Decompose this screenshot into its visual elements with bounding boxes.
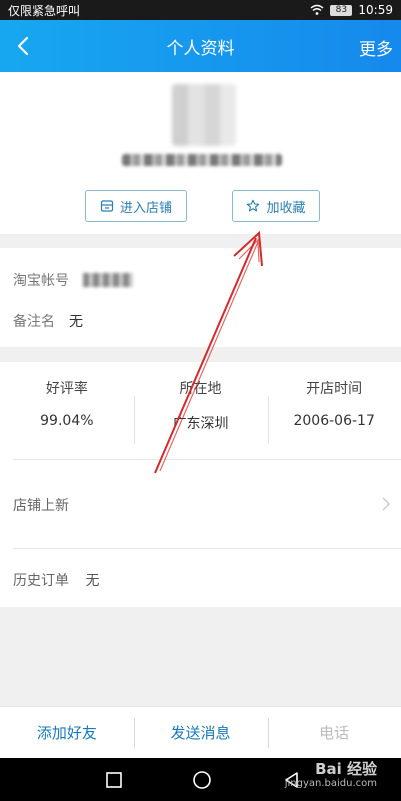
watermark-text: Bai 经验 bbox=[315, 760, 377, 778]
status-bar: 仅限紧急呼叫 83 10:59 bbox=[0, 0, 401, 20]
wifi-icon bbox=[310, 4, 324, 15]
status-icons: 83 10:59 bbox=[310, 3, 393, 17]
stat-divider bbox=[268, 396, 269, 444]
remark-label: 备注名 bbox=[13, 314, 55, 330]
stat-location-title: 所在地 bbox=[179, 381, 222, 397]
shop-stats: 好评率 99.04% 所在地 广东深圳 开店时间 2006-06-17 bbox=[0, 362, 401, 459]
action-divider bbox=[134, 718, 135, 748]
divider bbox=[13, 548, 401, 549]
add-favorite-label: 加收藏 bbox=[266, 200, 306, 216]
recent-apps-icon[interactable] bbox=[104, 770, 124, 790]
taobao-account-row: 淘宝帐号 bbox=[13, 270, 133, 290]
enter-shop-label: 进入店铺 bbox=[119, 200, 172, 216]
history-orders-row[interactable]: 历史订单 无 bbox=[13, 570, 99, 590]
history-orders-value: 无 bbox=[85, 573, 100, 589]
enter-shop-button[interactable]: 进入店铺 bbox=[85, 190, 187, 222]
taobao-account-blurred bbox=[83, 273, 133, 287]
stat-open-date-title: 开店时间 bbox=[306, 381, 363, 397]
history-orders-label: 历史订单 bbox=[13, 573, 69, 589]
chevron-right-icon[interactable] bbox=[381, 496, 391, 512]
stat-divider bbox=[134, 396, 135, 444]
divider bbox=[13, 459, 401, 460]
more-button[interactable]: 更多 bbox=[359, 35, 393, 60]
back-arrow-icon[interactable] bbox=[12, 32, 36, 60]
add-friend-button[interactable]: 添加好友 bbox=[0, 707, 134, 758]
carrier-text: 仅限紧急呼叫 bbox=[8, 3, 81, 18]
remark-value: 无 bbox=[69, 314, 83, 330]
phone-button[interactable]: 电话 bbox=[267, 707, 401, 758]
avatar bbox=[172, 84, 236, 146]
baidu-jingyan-watermark: Bai 经验 jingyan.baidu.com bbox=[285, 760, 377, 790]
shop-new-items-label[interactable]: 店铺上新 bbox=[13, 495, 69, 515]
stat-open-date-value: 2006-06-17 bbox=[293, 413, 375, 429]
stat-rating: 好评率 99.04% bbox=[0, 362, 134, 459]
profile-section: 进入店铺 加收藏 bbox=[0, 72, 401, 234]
nickname-blurred bbox=[122, 154, 282, 166]
shop-info-section: 好评率 99.04% 所在地 广东深圳 开店时间 2006-06-17 店铺上新… bbox=[0, 362, 401, 607]
clock-text: 10:59 bbox=[358, 3, 393, 17]
watermark-url: jingyan.baidu.com bbox=[284, 778, 377, 789]
home-icon[interactable] bbox=[192, 770, 212, 790]
battery-icon: 83 bbox=[330, 4, 353, 16]
header: 个人资料 更多 bbox=[0, 20, 401, 72]
action-divider bbox=[268, 718, 269, 748]
stat-open-date: 开店时间 2006-06-17 bbox=[267, 362, 401, 459]
taobao-account-label: 淘宝帐号 bbox=[13, 273, 69, 289]
add-favorite-button[interactable]: 加收藏 bbox=[232, 190, 320, 222]
remark-row[interactable]: 备注名 无 bbox=[13, 311, 83, 331]
bottom-action-bar: 添加好友 发送消息 电话 bbox=[0, 706, 401, 758]
stat-location-value: 广东深圳 bbox=[172, 416, 229, 432]
stat-location: 所在地 广东深圳 bbox=[134, 362, 268, 459]
page-title: 个人资料 bbox=[166, 38, 235, 59]
shop-icon bbox=[100, 200, 114, 212]
star-icon bbox=[247, 199, 260, 212]
stat-rating-title: 好评率 bbox=[45, 381, 88, 397]
stat-rating-value: 99.04% bbox=[40, 413, 94, 429]
account-section: 淘宝帐号 备注名 无 bbox=[0, 248, 401, 347]
send-message-button[interactable]: 发送消息 bbox=[134, 707, 268, 758]
